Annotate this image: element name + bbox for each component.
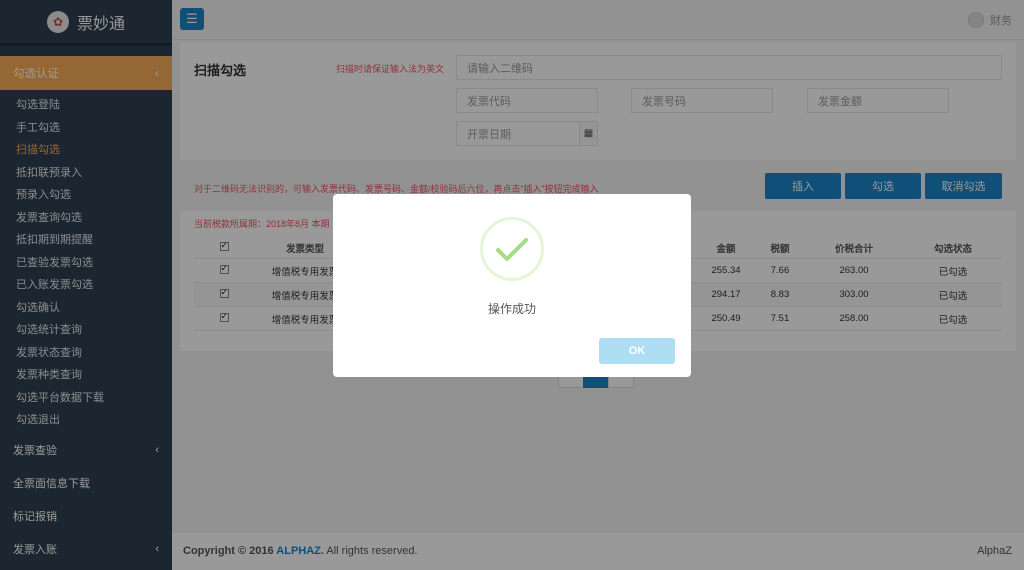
success-check-icon — [480, 217, 544, 281]
success-dialog: 操作成功 OK — [333, 194, 691, 377]
ok-button[interactable]: OK — [599, 338, 675, 364]
dialog-message: 操作成功 — [487, 302, 536, 316]
check-mark-icon — [496, 238, 528, 261]
